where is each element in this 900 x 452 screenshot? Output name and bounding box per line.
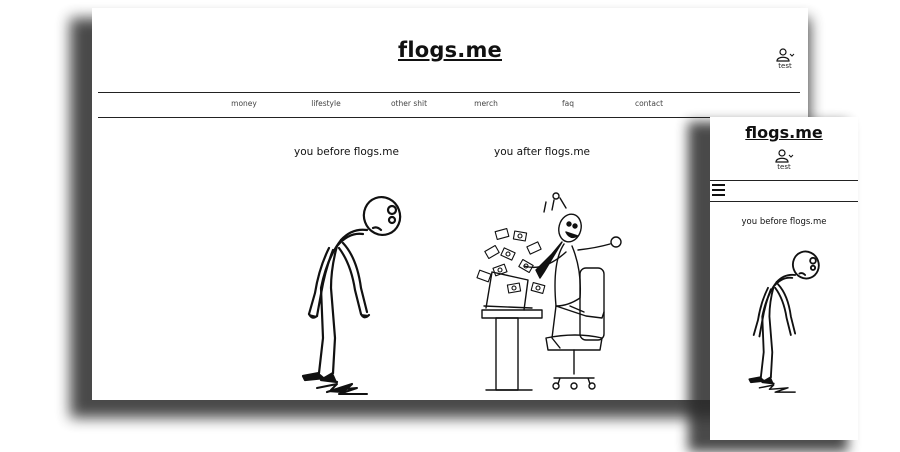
nav-item-other[interactable]: other shit — [391, 99, 427, 108]
mobile-sad-stick-figure-illustration — [748, 250, 820, 393]
mobile-account-username: test — [777, 163, 791, 171]
nav-item-money[interactable]: money — [231, 99, 257, 108]
mobile-site-logo[interactable]: flogs.me — [710, 123, 858, 142]
site-logo[interactable]: flogs.me — [92, 38, 808, 62]
caption-after: you after flogs.me — [494, 146, 591, 158]
nav-item-lifestyle[interactable]: lifestyle — [311, 99, 340, 108]
account-username: test — [778, 62, 792, 70]
main-nav: money lifestyle other shit merch faq con… — [98, 92, 800, 118]
chevron-down-icon — [788, 154, 794, 158]
user-icon — [775, 149, 794, 163]
hamburger-menu-icon[interactable] — [712, 184, 726, 196]
chevron-down-icon — [789, 53, 795, 57]
nav-item-merch[interactable]: merch — [474, 99, 498, 108]
account-menu[interactable]: test — [770, 48, 800, 70]
sad-stick-figure-illustration — [301, 196, 402, 395]
mobile-account-menu[interactable]: test — [769, 149, 799, 171]
rich-stick-figure-illustration — [476, 192, 622, 391]
nav-item-contact[interactable]: contact — [635, 99, 663, 108]
caption-before: you before flogs.me — [294, 146, 399, 158]
mobile-view: flogs.me test you before flogs.me — [710, 117, 858, 440]
mobile-caption-before: you before flogs.me — [741, 217, 827, 227]
nav-item-faq[interactable]: faq — [562, 99, 574, 108]
mobile-nav-bar — [710, 180, 858, 202]
user-icon — [776, 48, 795, 62]
